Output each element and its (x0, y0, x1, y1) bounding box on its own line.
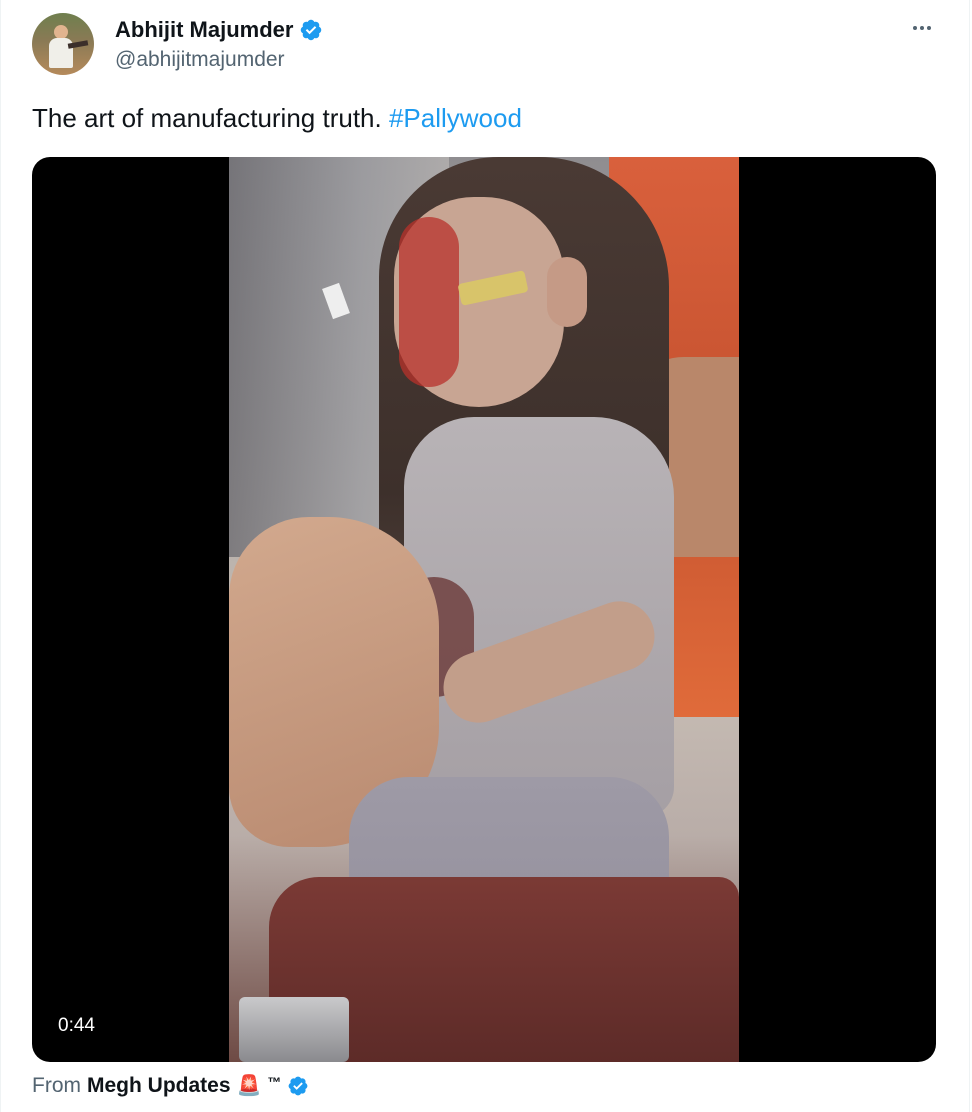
child-ear (547, 257, 587, 327)
video-frame (229, 157, 739, 1062)
tweet-text: The art of manufacturing truth. #Pallywo… (32, 101, 522, 135)
metal-part (239, 997, 349, 1062)
author-display-name[interactable]: Abhijit Majumder (115, 17, 293, 43)
tweet-body: The art of manufacturing truth. (32, 103, 382, 133)
verified-badge-icon (289, 1076, 308, 1096)
avatar-figure-head (54, 25, 68, 39)
attribution-prefix: From (32, 1074, 81, 1097)
video-attribution: From Megh Updates 🚨 ™ (32, 1071, 309, 1101)
more-dot (920, 26, 924, 30)
more-dot (913, 26, 917, 30)
more-dot (927, 26, 931, 30)
attribution-source-name[interactable]: Megh Updates (87, 1071, 231, 1101)
more-options-icon[interactable] (907, 16, 937, 40)
tweet-card: Abhijit Majumder @abhijitmajumder The ar… (0, 0, 970, 1112)
author-name-row: Abhijit Majumder (115, 16, 323, 44)
verified-badge-icon (301, 19, 322, 41)
hashtag-link[interactable]: #Pallywood (389, 103, 522, 133)
face-marking (399, 217, 459, 387)
trademark-symbol: ™ (267, 1074, 282, 1090)
siren-emoji: 🚨 (236, 1075, 262, 1097)
author-handle[interactable]: @abhijitmajumder (115, 48, 285, 72)
video-player[interactable]: 0:44 (32, 157, 936, 1062)
video-duration: 0:44 (58, 1015, 95, 1036)
author-avatar[interactable] (32, 13, 94, 75)
